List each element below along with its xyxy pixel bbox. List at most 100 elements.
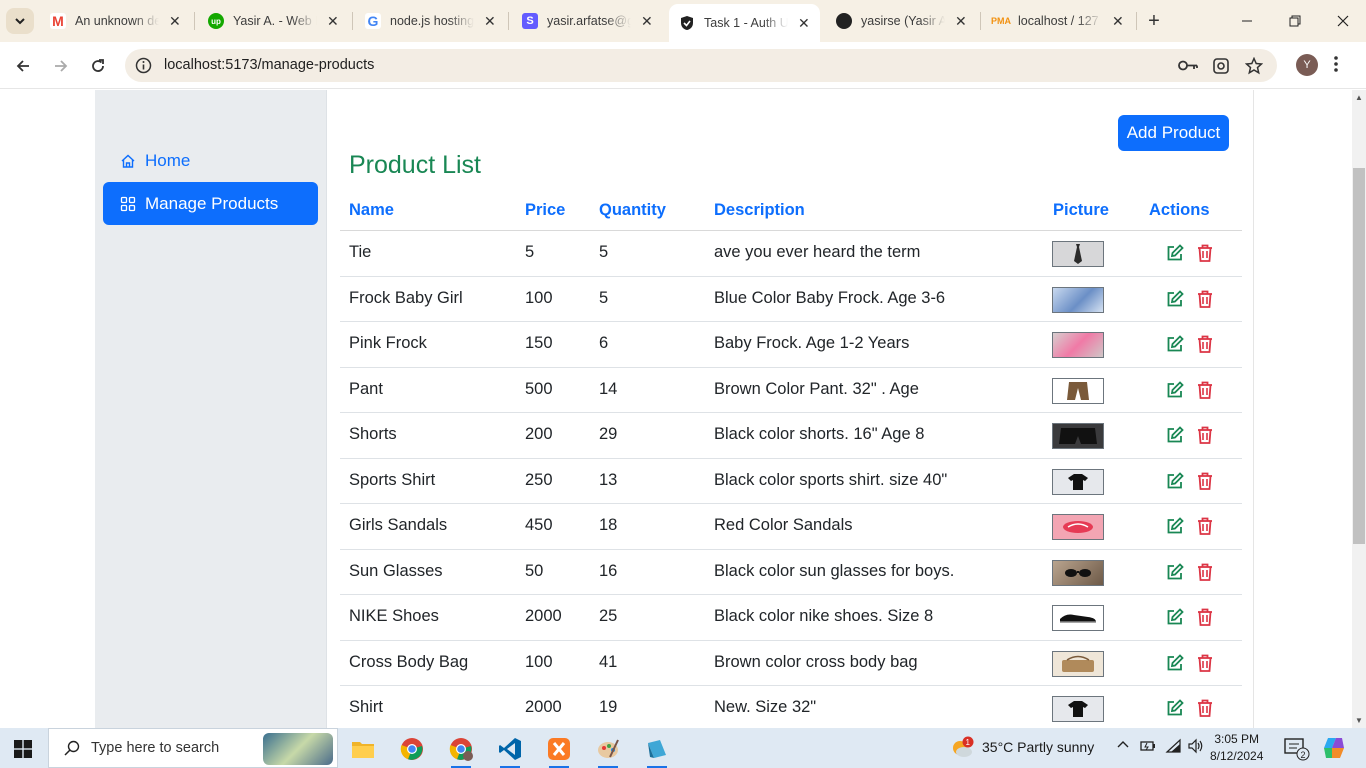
tab-title: node.js hosting <box>390 14 474 28</box>
edit-icon[interactable] <box>1166 244 1184 267</box>
taskbar-chrome[interactable] <box>392 732 432 766</box>
product-description: Black color nike shoes. Size 8 <box>714 607 934 625</box>
edit-icon[interactable] <box>1166 380 1184 404</box>
tab-search-button[interactable] <box>6 8 34 34</box>
close-icon[interactable]: ✕ <box>484 13 496 30</box>
tab-task-auth[interactable]: Task 1 - Auth U ✕ <box>669 4 820 42</box>
delete-icon[interactable] <box>1197 381 1213 404</box>
profile-avatar[interactable]: Y <box>1296 54 1318 76</box>
web-page: Home Manage Products Add Product Product… <box>0 90 1352 728</box>
page-title: Product List <box>349 151 482 179</box>
more-menu-icon[interactable] <box>1334 55 1338 73</box>
xampp-icon <box>548 738 570 760</box>
weather-icon[interactable]: 1 <box>948 736 974 763</box>
taskbar-vscode[interactable] <box>490 732 530 768</box>
edit-icon[interactable] <box>1166 562 1184 586</box>
tab-stripe[interactable]: S yasir.arfatse@g ✕ <box>512 6 663 36</box>
battery-icon[interactable] <box>1140 738 1158 757</box>
github-icon <box>836 13 852 29</box>
paint-palette-icon <box>598 739 619 758</box>
tab-gmail[interactable]: M An unknown de ✕ <box>40 6 191 36</box>
product-quantity: 25 <box>599 607 618 625</box>
edit-icon[interactable] <box>1166 608 1184 631</box>
address-bar[interactable]: localhost:5173/manage-products <box>125 49 1277 82</box>
edit-icon[interactable] <box>1166 289 1184 313</box>
delete-icon[interactable] <box>1197 335 1213 358</box>
delete-icon[interactable] <box>1197 563 1213 586</box>
delete-icon[interactable] <box>1197 699 1213 722</box>
taskbar-xampp[interactable] <box>539 732 579 768</box>
chevron-up-icon[interactable] <box>1116 738 1130 755</box>
product-name: Frock Baby Girl <box>349 288 463 307</box>
back-button[interactable] <box>9 52 37 80</box>
taskbar-paint[interactable] <box>588 732 628 768</box>
delete-icon[interactable] <box>1197 472 1213 495</box>
restore-button[interactable] <box>1272 0 1318 42</box>
close-window-button[interactable] <box>1320 0 1366 42</box>
tab-title: yasir.arfatse@g <box>547 14 631 28</box>
tab-google-search[interactable]: G node.js hosting ✕ <box>355 6 506 36</box>
star-icon[interactable] <box>1245 57 1263 75</box>
close-icon[interactable]: ✕ <box>1112 13 1124 30</box>
scroll-down-icon[interactable]: ▼ <box>1355 716 1363 725</box>
url-text[interactable]: localhost:5173/manage-products <box>164 57 374 73</box>
weather-text[interactable]: 35°C Partly sunny <box>982 739 1094 755</box>
sidebar-item-home[interactable]: Home <box>103 139 318 182</box>
product-thumbnail <box>1052 605 1104 631</box>
edit-icon[interactable] <box>1166 653 1184 677</box>
delete-icon[interactable] <box>1197 426 1213 449</box>
delete-icon[interactable] <box>1197 608 1213 631</box>
minimize-button[interactable] <box>1224 0 1270 42</box>
forward-button[interactable] <box>47 52 75 80</box>
close-icon[interactable]: ✕ <box>169 13 181 30</box>
close-icon[interactable]: ✕ <box>641 13 653 30</box>
tab-github[interactable]: yasirse (Yasir A ✕ <box>826 6 977 36</box>
home-icon <box>121 154 135 168</box>
add-product-button[interactable]: Add Product <box>1118 115 1229 151</box>
notification-center-icon[interactable]: 2 <box>1284 736 1310 765</box>
scroll-up-icon[interactable]: ▲ <box>1355 93 1363 102</box>
table-row: Girls Sandals 450 18 Red Color Sandals <box>340 504 1242 550</box>
product-name: Sun Glasses <box>349 561 443 580</box>
system-clock[interactable]: 3:05 PM 8/12/2024 <box>1210 731 1263 765</box>
edit-icon[interactable] <box>1166 517 1184 540</box>
windows-start-icon[interactable] <box>14 740 32 758</box>
taskbar-chrome-profile[interactable] <box>441 732 481 768</box>
product-name: Tie <box>349 243 372 261</box>
tab-phpmyadmin[interactable]: PMA localhost / 127 ✕ <box>983 6 1134 36</box>
delete-icon[interactable] <box>1197 517 1213 540</box>
scrollbar-thumb[interactable] <box>1353 168 1365 544</box>
shield-icon <box>679 15 695 31</box>
minimize-icon <box>1242 20 1252 22</box>
product-quantity: 5 <box>599 243 609 261</box>
edit-icon[interactable] <box>1166 335 1184 358</box>
key-icon[interactable] <box>1177 57 1199 74</box>
edit-icon[interactable] <box>1166 471 1184 495</box>
tab-upwork[interactable]: up Yasir A. - Web D ✕ <box>198 6 349 36</box>
product-price: 450 <box>525 516 553 534</box>
tab-title: yasirse (Yasir A <box>861 14 945 28</box>
tab-separator <box>194 12 195 30</box>
reload-button[interactable] <box>84 52 112 80</box>
taskbar-file-explorer[interactable] <box>343 732 383 766</box>
site-info-icon[interactable] <box>135 57 152 74</box>
taskbar-app[interactable] <box>637 732 677 768</box>
delete-icon[interactable] <box>1197 290 1213 313</box>
page-scrollbar[interactable]: ▲ ▼ <box>1352 90 1366 728</box>
close-icon[interactable]: ✕ <box>798 15 810 32</box>
product-price: 250 <box>525 470 553 489</box>
sidebar-item-manage-products[interactable]: Manage Products <box>103 182 318 225</box>
taskbar-search-box[interactable]: Type here to search <box>48 728 338 768</box>
delete-icon[interactable] <box>1197 654 1213 677</box>
edit-icon[interactable] <box>1166 426 1184 449</box>
edit-icon[interactable] <box>1166 699 1184 722</box>
copilot-icon[interactable] <box>1322 736 1346 763</box>
lens-icon[interactable] <box>1212 57 1230 75</box>
wifi-icon[interactable] <box>1165 738 1183 757</box>
close-icon[interactable]: ✕ <box>955 13 967 30</box>
close-icon[interactable]: ✕ <box>327 13 339 30</box>
delete-icon[interactable] <box>1197 244 1213 267</box>
search-highlight-image <box>263 733 333 765</box>
volume-icon[interactable] <box>1187 738 1205 757</box>
new-tab-button[interactable]: + <box>1143 9 1165 33</box>
